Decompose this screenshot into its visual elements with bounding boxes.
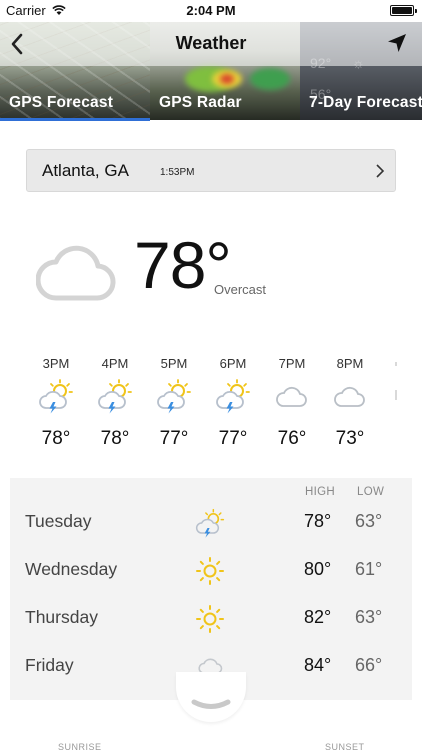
thunder-sun-icon — [39, 379, 73, 414]
cloud-icon — [395, 362, 397, 400]
hour-time: 6PM — [219, 356, 247, 371]
high-column-header: HIGH — [305, 486, 335, 498]
chevron-down-icon — [191, 699, 231, 709]
thunder-sun-icon — [157, 379, 191, 414]
status-time: 2:04 PM — [186, 3, 236, 18]
hour-time: 4PM — [101, 356, 129, 371]
day-high-temp: 78° — [304, 511, 332, 531]
current-condition: Overcast — [214, 282, 267, 297]
hour-temperature: 73° — [335, 428, 365, 449]
sunset-label: SUNSET — [325, 742, 365, 750]
thunder-sun-icon — [216, 379, 250, 414]
thunder-sun-icon — [98, 379, 132, 414]
battery-icon — [390, 5, 417, 16]
day-row-tuesday[interactable]: Tuesday 78° 63° — [10, 499, 412, 547]
hour-time: 7PM — [278, 356, 306, 371]
location-arrow-icon[interactable] — [386, 32, 408, 54]
location-updated-time: 1:53PM — [160, 167, 195, 178]
hour-temperature: 78° — [41, 428, 71, 449]
daily-forecast: HIGH LOW Tuesday 78° 63° Wednesday 80° 6… — [10, 478, 412, 700]
hourly-item: 7PM 76° — [262, 356, 322, 450]
day-name: Thursday — [25, 607, 98, 627]
page-title: Weather — [175, 33, 247, 53]
sunrise-label: SUNRISE — [58, 742, 102, 750]
hour-temperature: 76° — [277, 428, 307, 449]
status-bar: Carrier 2:04 PM — [0, 0, 422, 22]
day-low-temp: 61° — [355, 559, 383, 579]
day-high-temp: 82° — [304, 607, 332, 627]
day-name: Tuesday — [25, 511, 92, 531]
thunder-sun-icon — [195, 508, 225, 538]
hour-time: 3PM — [42, 356, 70, 371]
radar-blob — [250, 68, 290, 90]
day-row-wednesday[interactable]: Wednesday 80° 61° — [10, 547, 412, 595]
header: GPS Forecast GPS Radar 92° ☼ 56° 7-Day F… — [0, 22, 422, 120]
low-column-header: LOW — [357, 486, 385, 498]
day-row-thursday[interactable]: Thursday 82° 63° — [10, 595, 412, 643]
day-name: Wednesday — [25, 559, 118, 579]
location-city: Atlanta, GA — [42, 161, 129, 180]
day-low-temp: 63° — [355, 607, 383, 627]
day-high-temp: 80° — [304, 559, 332, 579]
location-selector[interactable]: Atlanta, GA 1:53PM — [26, 149, 396, 192]
day-low-temp: 66° — [355, 655, 383, 675]
navigation-bar: Weather — [0, 22, 422, 66]
day-high-temp: 84° — [304, 655, 332, 675]
cloud-icon — [334, 386, 365, 407]
tab-gps-forecast-label: GPS Forecast — [9, 94, 114, 111]
hourly-item: 3PM 78° — [26, 356, 86, 450]
chevron-right-icon — [376, 164, 385, 178]
cloud-icon — [36, 245, 116, 301]
hourly-item: 4PM 78° — [85, 356, 145, 450]
hour-temperature: 77° — [218, 428, 248, 449]
hour-time: 8PM — [336, 356, 364, 371]
sun-icon — [196, 605, 224, 633]
hourly-item: 6PM 77° — [203, 356, 263, 450]
radar-blob — [220, 74, 234, 84]
tab-gps-radar-label: GPS Radar — [159, 94, 242, 111]
hour-temperature: 78° — [100, 428, 130, 449]
tab-7-day-forecast-label: 7-Day Forecast — [309, 94, 422, 111]
hourly-item: 8PM 73° — [320, 356, 380, 450]
cloud-icon — [276, 386, 307, 407]
hour-time: 5PM — [160, 356, 188, 371]
day-low-temp: 63° — [355, 511, 383, 531]
expand-forecast-button[interactable] — [176, 672, 246, 722]
sun-icon — [196, 557, 224, 585]
hourly-item: 5PM 77° — [144, 356, 204, 450]
hourly-item-partial — [394, 356, 404, 421]
hour-temperature: 77° — [159, 428, 189, 449]
selected-tab-indicator — [0, 118, 150, 121]
day-name: Friday — [25, 655, 74, 675]
